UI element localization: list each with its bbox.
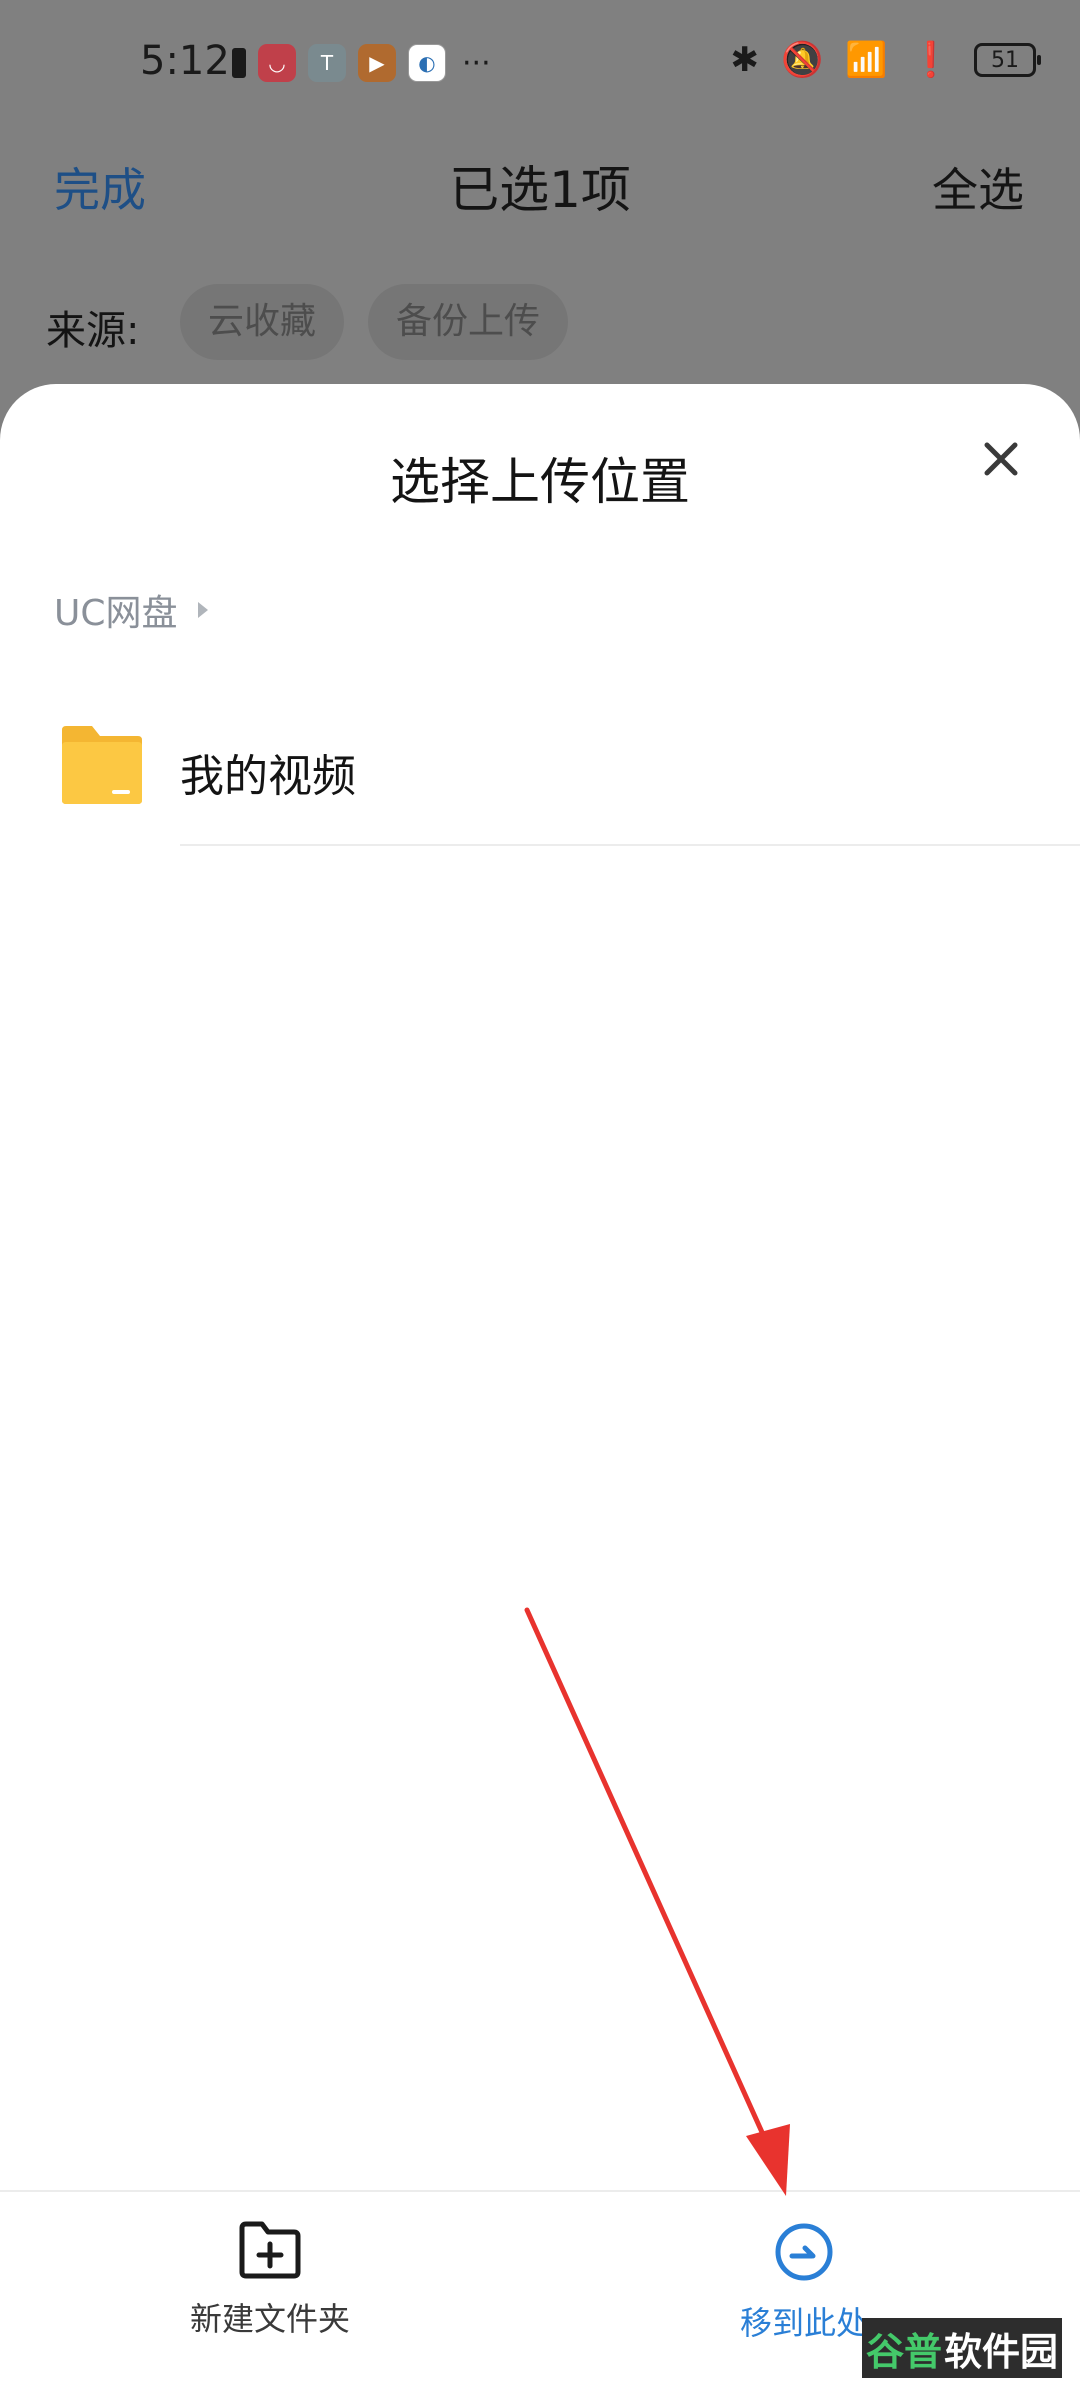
new-folder-label: 新建文件夹	[190, 2300, 351, 2338]
status-icons-right: ✱ 🔕 📶 ❗ 51	[730, 40, 1041, 80]
selection-title: 已选1项	[449, 161, 631, 219]
status-time: 5:12	[140, 38, 230, 84]
folder-list-item[interactable]: 我的视频	[0, 690, 1080, 846]
folder-name: 我的视频	[180, 751, 356, 802]
watermark-part-b: 软件园	[944, 2329, 1059, 2374]
source-chip-cloud-favorites[interactable]: 云收藏	[180, 284, 345, 360]
paint-app-icon: T	[308, 44, 346, 82]
move-here-button[interactable]: 移到此处	[740, 2220, 868, 2344]
battery-level: 51	[991, 47, 1019, 73]
wifi-icon: 📶	[845, 40, 888, 80]
alert-icon: ❗	[909, 40, 952, 80]
move-here-label: 移到此处	[740, 2304, 869, 2342]
video-app-icon: ▶	[358, 44, 396, 82]
status-icons-left: ◡ T ▶ ◐ ···	[232, 44, 491, 82]
browser-app-icon: ◐	[408, 44, 446, 82]
huawei-appgallery-icon: ◡	[258, 44, 296, 82]
folder-icon	[62, 726, 142, 804]
breadcrumb-root[interactable]: UC网盘	[54, 584, 178, 636]
breadcrumb: UC网盘	[54, 584, 208, 636]
new-folder-icon	[239, 2221, 301, 2279]
status-bar: 5:12 ◡ T ▶ ◐ ··· ✱ 🔕 📶 ❗ 51	[0, 0, 1080, 130]
bluetooth-icon: ✱	[730, 40, 759, 80]
battery-icon: 51	[974, 43, 1041, 77]
move-here-icon	[775, 2223, 833, 2281]
source-label: 来源:	[46, 308, 140, 354]
chevron-right-icon	[197, 602, 208, 618]
watermark-part-a: 谷普	[865, 2329, 942, 2374]
divider	[180, 844, 1080, 846]
upload-location-sheet: 选择上传位置 UC网盘 我的视频	[0, 384, 1080, 2400]
source-chip-backup-upload[interactable]: 备份上传	[368, 284, 569, 360]
source-filter-row: 来源: 云收藏 备份上传	[0, 276, 1080, 366]
close-icon	[984, 442, 1018, 476]
new-folder-button[interactable]: 新建文件夹	[190, 2220, 350, 2340]
sheet-title: 选择上传位置	[390, 453, 690, 511]
close-button[interactable]	[966, 424, 1036, 494]
more-notifications-icon: ···	[462, 45, 491, 81]
top-bar: 完成 已选1项 全选	[0, 130, 1080, 240]
select-all-button[interactable]: 全选	[932, 154, 1024, 220]
battery-alert-icon	[232, 48, 246, 78]
mute-bell-icon: 🔕	[780, 40, 824, 80]
watermark-logo: 谷普 软件园	[862, 2318, 1062, 2378]
